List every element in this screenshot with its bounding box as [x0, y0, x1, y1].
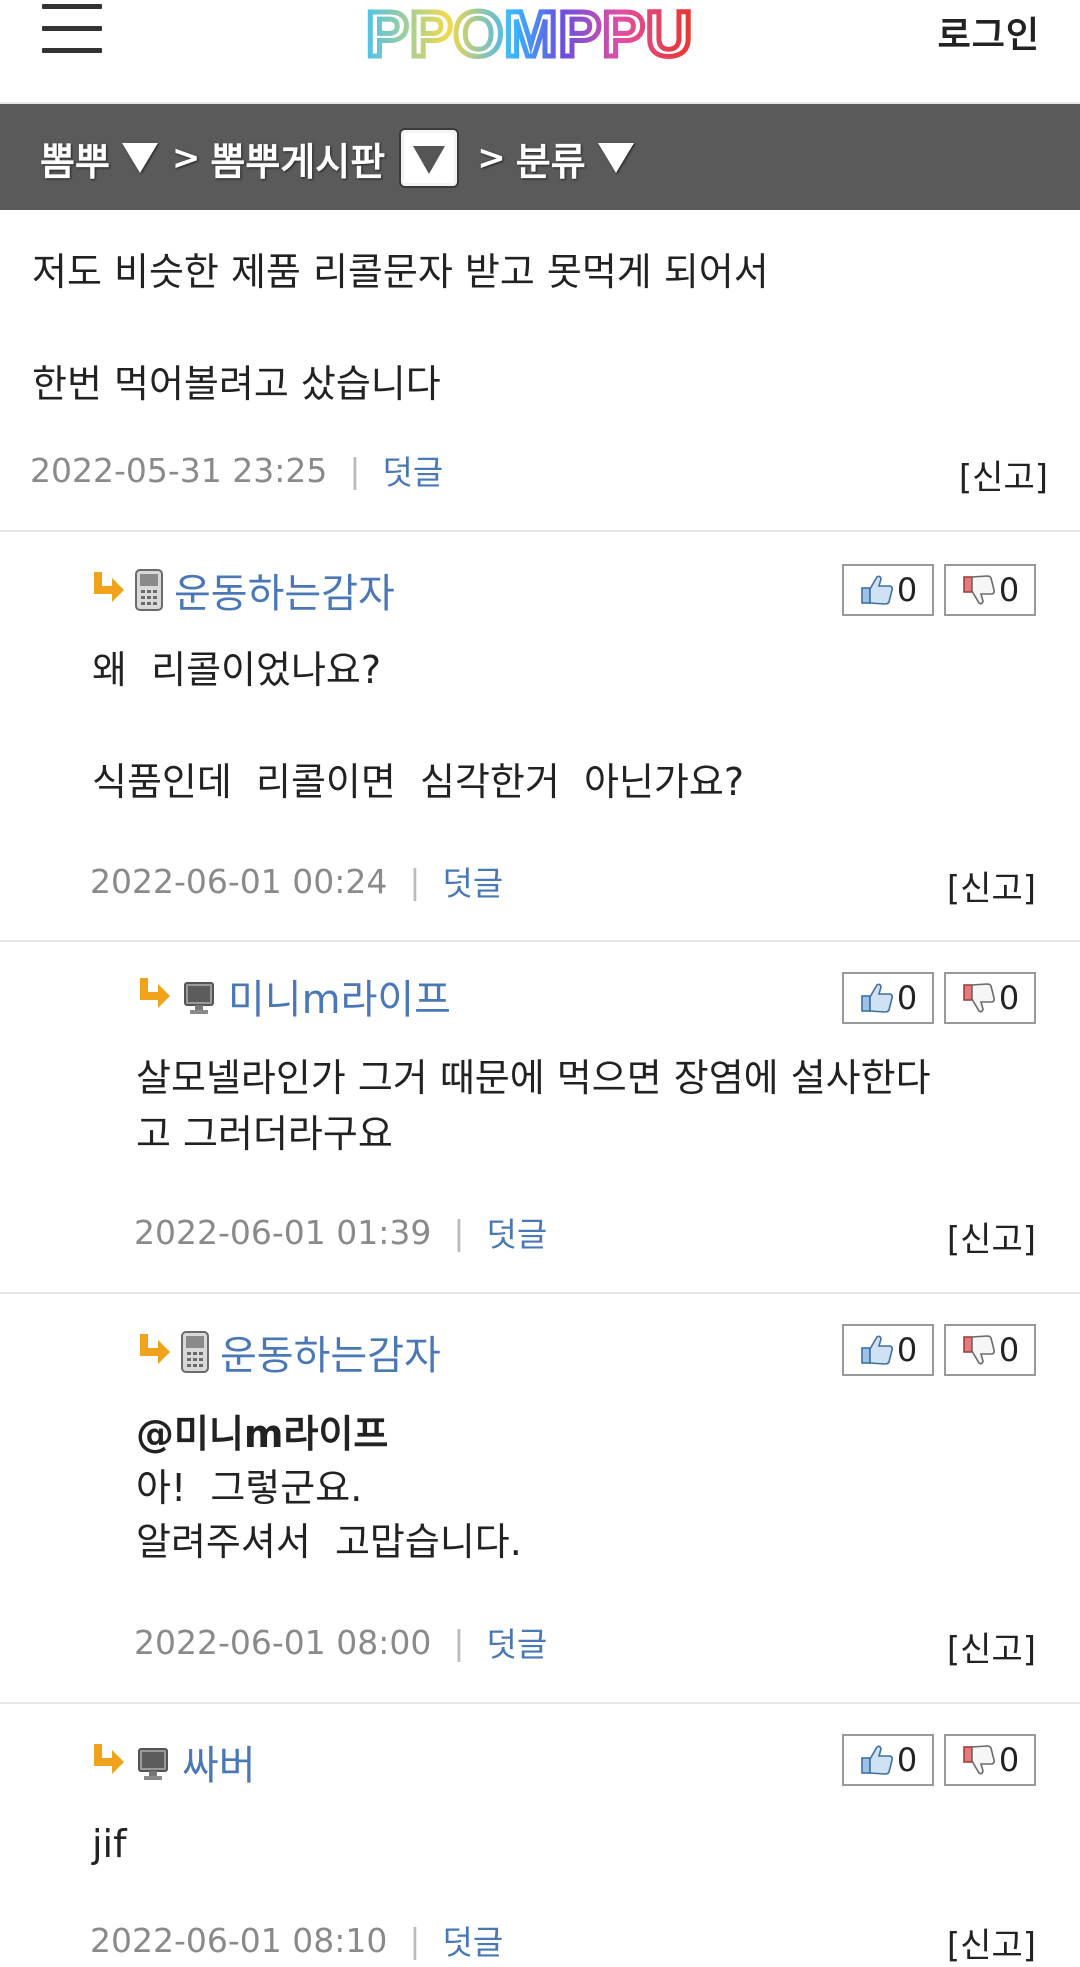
- post-date: 2022-05-31 23:25: [30, 450, 328, 490]
- post-text-line: 저도 비슷한 제품 리콜문자 받고 못먹게 되어서: [32, 250, 769, 294]
- breadcrumb-separator: >: [477, 138, 506, 178]
- comment-header: 싸버: [90, 1734, 256, 1790]
- comment: 운동하는감자 0 0 @미니m라이프 아! 그렇군요. 알려주셔서 고맙습니다.…: [0, 1294, 1080, 1704]
- downvote-button[interactable]: 0: [944, 1324, 1036, 1376]
- comment-text-line: jif: [92, 1822, 127, 1866]
- post-meta: 2022-05-31 23:25 | 덧글: [30, 446, 444, 494]
- divider: |: [409, 861, 421, 901]
- comment-meta: 2022-06-01 00:24 | 덧글: [90, 857, 504, 905]
- reply-link[interactable]: 덧글: [487, 1208, 548, 1256]
- comment-header: 미니m라이프: [136, 968, 451, 1024]
- downvote-count: 0: [998, 979, 1020, 1017]
- mention-text[interactable]: @미니m라이프: [136, 1406, 388, 1462]
- vote-buttons: 0 0: [842, 564, 1036, 616]
- site-dropdown-triangle-icon[interactable]: [121, 143, 158, 173]
- reply-link[interactable]: 덧글: [443, 857, 504, 905]
- divider: |: [409, 1920, 421, 1960]
- upvote-count: 0: [896, 979, 918, 1017]
- report-link[interactable]: [신고]: [947, 1622, 1036, 1671]
- comment-date: 2022-06-01 08:10: [90, 1920, 388, 1960]
- thumbs-up-icon: [861, 575, 893, 605]
- thumbs-up-icon: [861, 983, 893, 1013]
- comment: 운동하는감자 0 0 왜 리콜이었나요? 식품인데 리콜이면 심각한거 아닌가요…: [0, 532, 1080, 942]
- upvote-count: 0: [896, 1741, 918, 1779]
- divider: |: [349, 450, 361, 490]
- reply-link[interactable]: 덧글: [487, 1618, 548, 1666]
- downvote-count: 0: [998, 1331, 1020, 1369]
- comment-meta: 2022-06-01 08:00 | 덧글: [134, 1618, 548, 1666]
- breadcrumb-category[interactable]: 분류: [516, 131, 586, 186]
- report-link[interactable]: [신고]: [947, 1212, 1036, 1261]
- comment-date: 2022-06-01 00:24: [90, 861, 388, 901]
- thumbs-up-icon: [861, 1335, 893, 1365]
- reply-arrow-icon: [94, 572, 124, 602]
- comment-author[interactable]: 운동하는감자: [220, 1323, 441, 1381]
- upvote-count: 0: [896, 571, 918, 609]
- comment-text-line: 알려주셔서 고맙습니다.: [136, 1520, 522, 1564]
- vote-buttons: 0 0: [842, 1324, 1036, 1376]
- upvote-count: 0: [896, 1331, 918, 1369]
- board-dropdown-button[interactable]: [399, 128, 460, 188]
- downvote-button[interactable]: 0: [944, 564, 1036, 616]
- downvote-button[interactable]: 0: [944, 1734, 1036, 1786]
- comment-date: 2022-06-01 01:39: [134, 1212, 432, 1252]
- breadcrumb-board[interactable]: 뽐뿌게시판: [210, 131, 385, 186]
- comment-meta: 2022-06-01 01:39 | 덧글: [134, 1208, 548, 1256]
- comment-header: 운동하는감자: [90, 562, 395, 618]
- upvote-button[interactable]: 0: [842, 1734, 934, 1786]
- comment-author[interactable]: 미니m라이프: [228, 967, 451, 1025]
- breadcrumb-site[interactable]: 뽐뿌: [40, 131, 110, 186]
- report-link[interactable]: [신고]: [947, 861, 1036, 910]
- breadcrumb-separator: >: [171, 138, 201, 178]
- comment-date: 2022-06-01 08:00: [134, 1622, 432, 1662]
- report-link[interactable]: [신고]: [959, 450, 1048, 499]
- reply-arrow-icon: [140, 978, 170, 1008]
- site-logo[interactable]: PPOMPPU: [360, 0, 720, 74]
- desktop-monitor-icon: [184, 982, 214, 1014]
- comment-text-line: 살모넬라인가 그거 때문에 먹으면 장염에 설사한다: [136, 1056, 931, 1100]
- comment-text-line: 고 그러더라구요: [136, 1112, 393, 1156]
- downvote-button[interactable]: 0: [944, 972, 1036, 1024]
- comment-header: 운동하는감자: [136, 1324, 441, 1380]
- post-text-line: 한번 먹어볼려고 샀습니다: [32, 362, 441, 406]
- divider: |: [453, 1212, 465, 1252]
- report-link[interactable]: [신고]: [947, 1918, 1036, 1967]
- vote-buttons: 0 0: [842, 1734, 1036, 1786]
- thumbs-down-icon: [963, 1335, 995, 1365]
- post-content: 저도 비슷한 제품 리콜문자 받고 못먹게 되어서 한번 먹어볼려고 샀습니다 …: [0, 210, 1080, 532]
- comment-text-line: 왜 리콜이었나요?: [92, 648, 382, 692]
- thumbs-up-icon: [861, 1745, 893, 1775]
- login-link[interactable]: 로그인: [938, 6, 1040, 58]
- downvote-count: 0: [998, 571, 1020, 609]
- upvote-button[interactable]: 0: [842, 972, 934, 1024]
- top-header: PPOMPPU 로그인: [0, 0, 1080, 104]
- mobile-phone-icon: [135, 569, 163, 611]
- thumbs-down-icon: [963, 983, 995, 1013]
- comment-author[interactable]: 운동하는감자: [174, 561, 395, 619]
- comment-meta: 2022-06-01 08:10 | 덧글: [90, 1916, 504, 1964]
- vote-buttons: 0 0: [842, 972, 1036, 1024]
- logo-text: PPOMPPU: [366, 0, 693, 70]
- reply-link[interactable]: 덧글: [383, 446, 444, 494]
- thumbs-down-icon: [963, 1745, 995, 1775]
- comment-text-line: 식품인데 리콜이면 심각한거 아닌가요?: [92, 760, 745, 804]
- mobile-phone-icon: [181, 1331, 209, 1373]
- hamburger-menu-icon[interactable]: [42, 2, 102, 58]
- comment-text-line: 아! 그렇군요.: [136, 1466, 363, 1510]
- comment: 싸버 0 0 jif 2022-06-01 08:10 | 덧글 [신고]: [0, 1704, 1080, 1966]
- divider: |: [453, 1622, 465, 1662]
- upvote-button[interactable]: 0: [842, 564, 934, 616]
- thumbs-down-icon: [963, 575, 995, 605]
- reply-arrow-icon: [94, 1744, 124, 1774]
- breadcrumb: 뽐뿌 > 뽐뿌게시판 > 분류: [0, 104, 1080, 210]
- comment-author[interactable]: 싸버: [182, 1733, 256, 1791]
- reply-arrow-icon: [140, 1334, 170, 1364]
- category-dropdown-triangle-icon[interactable]: [597, 143, 634, 173]
- desktop-monitor-icon: [138, 1748, 168, 1780]
- reply-link[interactable]: 덧글: [443, 1916, 504, 1964]
- downvote-count: 0: [998, 1741, 1020, 1779]
- upvote-button[interactable]: 0: [842, 1324, 934, 1376]
- comment: 미니m라이프 0 0 살모넬라인가 그거 때문에 먹으면 장염에 설사한다 고 …: [0, 942, 1080, 1294]
